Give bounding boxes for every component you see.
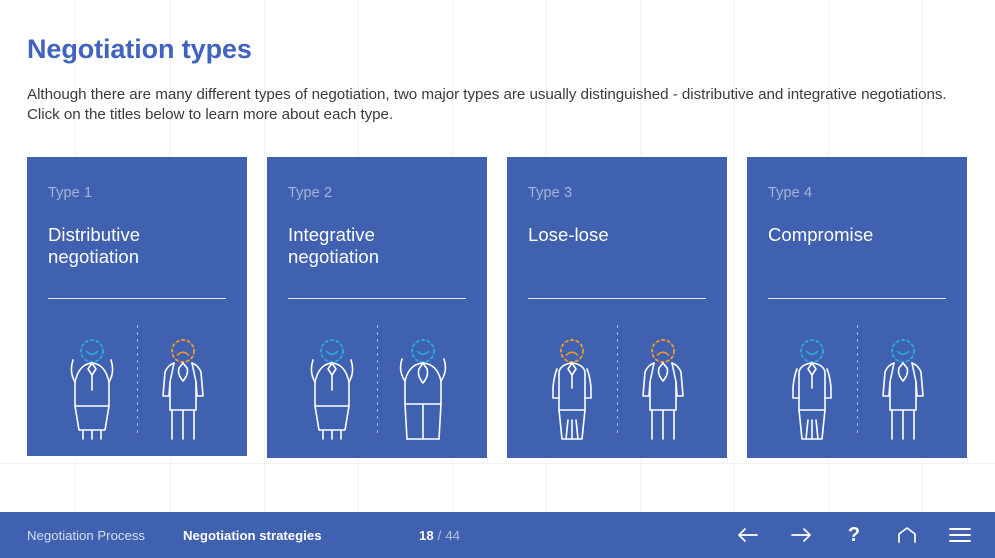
home-button[interactable] xyxy=(894,522,920,548)
footer-bar: Negotiation Process Negotiation strategi… xyxy=(0,512,995,558)
hamburger-menu-icon xyxy=(948,526,972,544)
type-card-4[interactable]: Type 4 Compromise xyxy=(747,157,967,458)
head-happy-icon xyxy=(319,339,344,363)
figure-left-happy-arms-up xyxy=(293,325,371,440)
page-total: 44 xyxy=(445,527,461,543)
card-type-label: Type 4 xyxy=(768,185,813,201)
figure-separator xyxy=(136,325,138,437)
grid-line-horizontal xyxy=(0,463,995,464)
type-card-1[interactable]: Type 1 Distributive negotiation xyxy=(27,157,247,456)
arrow-left-icon xyxy=(736,525,760,545)
figure-right-happy-arms-up xyxy=(384,325,462,440)
card-title: Compromise xyxy=(768,224,874,245)
page-indicator: 18 / 44 xyxy=(419,512,460,558)
figure-separator xyxy=(856,325,858,437)
card-title: Lose-lose xyxy=(528,224,609,245)
figure-left-happy-arms-down xyxy=(773,325,851,440)
card-type-label: Type 2 xyxy=(288,185,333,201)
head-sad-icon xyxy=(559,339,584,363)
head-sad-icon xyxy=(170,339,195,363)
head-happy-icon xyxy=(890,339,915,363)
figure-left-happy-arms-up xyxy=(53,325,131,440)
figure-right-sad-arms-down xyxy=(144,325,222,440)
breadcrumb: Negotiation Process Negotiation strategi… xyxy=(27,512,322,558)
page-title: Negotiation types xyxy=(27,34,252,64)
card-type-label: Type 1 xyxy=(48,185,93,201)
slide-root: Negotiation types Although there are man… xyxy=(0,0,995,558)
page-separator: / xyxy=(437,527,442,543)
figure-separator xyxy=(616,325,618,437)
arrow-right-icon xyxy=(789,525,813,545)
card-type-label: Type 3 xyxy=(528,185,573,201)
question-mark-icon: ? xyxy=(847,524,861,546)
card-divider xyxy=(48,298,226,299)
previous-button[interactable] xyxy=(735,522,761,548)
type-card-2[interactable]: Type 2 Integrative negotiation xyxy=(267,157,487,458)
figure-right-happy-arms-down xyxy=(864,325,942,440)
next-button[interactable] xyxy=(788,522,814,548)
card-title: Integrative negotiation xyxy=(288,224,380,267)
type-card-3[interactable]: Type 3 Lose-lose xyxy=(507,157,727,458)
head-happy-icon xyxy=(410,339,435,363)
breadcrumb-parent[interactable]: Negotiation Process xyxy=(27,528,145,543)
card-divider xyxy=(768,298,946,299)
page-current: 18 xyxy=(419,527,434,543)
card-title: Distributive negotiation xyxy=(48,224,141,267)
figure-left-sad-arms-down xyxy=(533,325,611,440)
help-button[interactable]: ? xyxy=(841,522,867,548)
grid-line-vertical xyxy=(264,0,265,512)
card-divider xyxy=(528,298,706,299)
card-figure-group xyxy=(507,325,727,440)
head-sad-icon xyxy=(650,339,675,363)
breadcrumb-current[interactable]: Negotiation strategies xyxy=(183,528,322,543)
intro-paragraph: Although there are many different types … xyxy=(27,86,947,123)
head-happy-icon xyxy=(79,339,104,363)
home-icon xyxy=(896,525,918,545)
footer-controls: ? xyxy=(735,512,973,558)
grid-line-vertical xyxy=(734,0,735,512)
menu-button[interactable] xyxy=(947,522,973,548)
card-divider xyxy=(288,298,466,299)
card-figure-group xyxy=(27,325,247,440)
head-happy-icon xyxy=(799,339,824,363)
card-figure-group xyxy=(267,325,487,440)
card-figure-group xyxy=(747,325,967,440)
figure-separator xyxy=(376,325,378,437)
figure-right-sad-arms-down xyxy=(624,325,702,440)
